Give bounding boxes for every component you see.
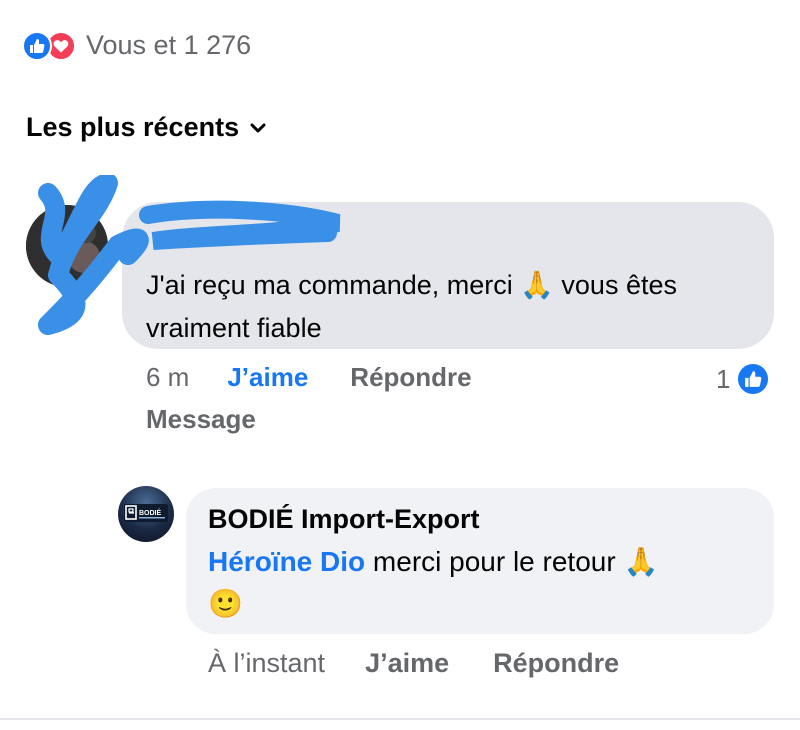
reactions-count: Vous et 1 276	[86, 30, 252, 60]
like-count-number: 1	[716, 363, 731, 394]
smiling-face-emoji: 🙂	[208, 587, 243, 620]
comment-text: J'ai reçu ma commande, merci 🙏 vous êtes…	[146, 270, 677, 343]
page-avatar-text: BODIÉ	[139, 508, 162, 517]
comment-author-redacted[interactable]	[146, 216, 750, 256]
folded-hands-emoji: 🙏	[520, 270, 554, 301]
message-button[interactable]: Message	[146, 404, 256, 435]
chevron-down-icon	[250, 123, 266, 132]
like-icon	[22, 30, 52, 61]
divider	[0, 718, 800, 720]
reply-button[interactable]: Répondre	[350, 362, 471, 393]
mention-link[interactable]: Héroïne Dio	[208, 546, 365, 577]
comment-actions: 6 m J’aime Répondre	[146, 362, 472, 393]
comment-like-count[interactable]: 1	[716, 362, 771, 396]
reply-reply-button[interactable]: Répondre	[493, 648, 619, 679]
reply-author[interactable]: BODIÉ Import-Export	[208, 504, 750, 535]
reply-bubble: BODIÉ Import-Export Héroïne Dio merci po…	[186, 488, 774, 634]
reactions-summary[interactable]: Vous et 1 276	[22, 30, 251, 61]
page-avatar[interactable]: BODIÉ	[118, 486, 174, 542]
comment-time[interactable]: 6 m	[146, 362, 189, 393]
sort-label: Les plus récents	[26, 112, 240, 142]
like-icon	[736, 362, 771, 396]
folded-hands-emoji: 🙏	[623, 545, 659, 578]
comment-bubble: J'ai reçu ma commande, merci 🙏 vous êtes…	[122, 202, 774, 349]
reply-actions: À l’instant J’aime Répondre	[208, 648, 619, 679]
reply-text: Héroïne Dio merci pour le retour 🙏 🙂	[208, 545, 659, 620]
sort-dropdown[interactable]: Les plus récents	[26, 112, 267, 143]
avatar[interactable]	[26, 205, 108, 287]
like-button[interactable]: J’aime	[227, 362, 308, 393]
reply-like-button[interactable]: J’aime	[365, 648, 449, 679]
reply-time[interactable]: À l’instant	[208, 648, 325, 679]
comments-page: Vous et 1 276 Les plus récents J'ai reçu…	[0, 0, 800, 730]
